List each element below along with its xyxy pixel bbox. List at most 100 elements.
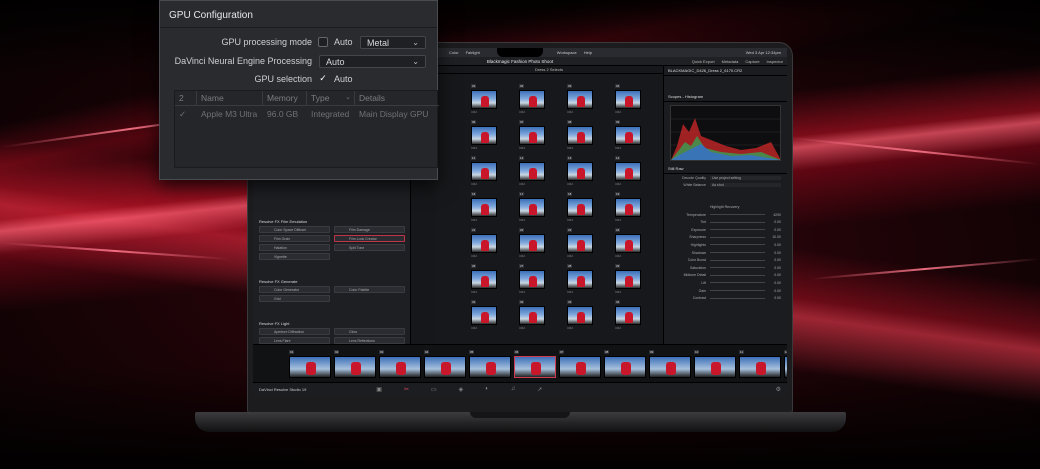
media-clip[interactable]: 06 CR2: [471, 120, 499, 152]
table-row[interactable]: ✓ Apple M3 Ultra 96.0 GB Integrated Main…: [175, 105, 439, 123]
fx-item[interactable]: Film Damage: [334, 226, 405, 233]
media-clip[interactable]: 08 CR2: [567, 120, 595, 152]
deliver-page-icon[interactable]: ➚: [537, 386, 542, 393]
media-clip[interactable]: 11 CR2: [471, 156, 499, 188]
adjust-value[interactable]: 0.00: [765, 228, 781, 232]
fairlight-page-icon[interactable]: ♫: [511, 386, 516, 393]
quick-export-button[interactable]: Quick Export: [692, 57, 715, 66]
fx-item[interactable]: Aperture Diffraction: [259, 328, 330, 335]
menu-item[interactable]: Fairlight: [466, 50, 480, 55]
media-clip[interactable]: 19 CR2: [615, 192, 643, 224]
adjust-slider[interactable]: [710, 244, 765, 246]
fx-item[interactable]: Grid: [259, 295, 330, 302]
inspector-button[interactable]: Inspector: [767, 57, 783, 66]
timeline-thumbnail[interactable]: 01: [289, 350, 333, 381]
timeline-thumbnail[interactable]: 09: [649, 350, 693, 381]
color-page-icon[interactable]: ◐: [485, 386, 489, 393]
timeline-thumbnail[interactable]: 12: [784, 350, 787, 381]
media-clip[interactable]: 12 CR2: [519, 156, 547, 188]
fusion-page-icon[interactable]: ◈: [459, 386, 464, 393]
fx-item[interactable]: Film Grain: [259, 235, 330, 242]
fx-item[interactable]: Vignette: [259, 253, 330, 260]
media-clip[interactable]: 17 CR2: [519, 192, 547, 224]
timeline-thumbnail[interactable]: 06: [514, 350, 558, 381]
timeline-thumbnail[interactable]: 05: [469, 350, 513, 381]
adjust-value[interactable]: 0.00: [765, 281, 781, 285]
media-clip[interactable]: 13 CR2: [567, 156, 595, 188]
menu-item[interactable]: Color: [449, 50, 459, 55]
timeline-thumbnail[interactable]: 10: [694, 350, 738, 381]
fx-item[interactable]: Glow: [334, 328, 405, 335]
fx-section-title[interactable]: Resolve FX Film Emulation: [253, 216, 313, 226]
adjust-value[interactable]: 0.00: [765, 251, 781, 255]
adjust-value[interactable]: 10.00: [765, 235, 781, 239]
media-clip[interactable]: 16 CR2: [471, 192, 499, 224]
adjust-slider[interactable]: [710, 252, 765, 254]
media-clip[interactable]: 23 CR2: [567, 228, 595, 260]
media-clip[interactable]: 22 CR2: [519, 228, 547, 260]
media-clip[interactable]: 07 CR2: [519, 120, 547, 152]
adjust-value[interactable]: 4200: [765, 213, 781, 217]
cut-page-icon[interactable]: ✂: [404, 386, 409, 393]
processing-mode-auto-checkbox[interactable]: [318, 37, 328, 47]
adjust-value[interactable]: 0.00: [765, 258, 781, 262]
fx-section-title[interactable]: Resolve FX Generate: [253, 276, 303, 286]
processing-mode-dropdown[interactable]: Metal ⌄: [360, 36, 426, 49]
media-page-icon[interactable]: ▣: [376, 386, 382, 393]
media-clip[interactable]: 18 CR2: [567, 192, 595, 224]
timeline-thumbnail[interactable]: 07: [559, 350, 603, 381]
gpu-selection-auto-checkbox[interactable]: ✓: [318, 74, 328, 84]
adjust-slider[interactable]: [710, 290, 765, 292]
media-clip[interactable]: 21 CR2: [471, 228, 499, 260]
fx-item[interactable]: Film Look Creator: [334, 235, 405, 242]
adjust-value[interactable]: 0.00: [765, 289, 781, 293]
fx-item[interactable]: Color Space Diffuser: [259, 226, 330, 233]
fx-section-title[interactable]: Resolve FX Light: [253, 318, 295, 328]
timeline-thumbnail[interactable]: 03: [379, 350, 423, 381]
adjust-slider[interactable]: [710, 297, 765, 299]
timeline-thumbnail[interactable]: 11: [739, 350, 783, 381]
media-clip[interactable]: 33 CR2: [567, 300, 595, 332]
adjust-value[interactable]: 0.00: [765, 220, 781, 224]
fx-item[interactable]: Color Palette: [334, 286, 405, 293]
media-clip[interactable]: 03 CR2: [567, 84, 595, 116]
column-header-name[interactable]: Name: [197, 91, 263, 105]
media-clip[interactable]: 26 CR2: [471, 264, 499, 296]
decode-quality-dropdown[interactable]: Use project setting: [710, 175, 781, 180]
bin-title[interactable]: Dress 2 Selects: [435, 66, 663, 74]
fx-item[interactable]: Halation: [259, 244, 330, 251]
white-balance-dropdown[interactable]: As shot: [710, 183, 781, 188]
timeline-thumbnail[interactable]: 08: [604, 350, 648, 381]
adjust-slider[interactable]: [710, 214, 765, 216]
highlight-recovery-checkbox[interactable]: Highlight Recovery: [710, 205, 739, 209]
adjust-slider[interactable]: [710, 274, 765, 276]
capture-button[interactable]: Capture: [745, 57, 759, 66]
media-clip[interactable]: 14 CR2: [615, 156, 643, 188]
adjust-value[interactable]: 0.00: [765, 243, 781, 247]
media-clip[interactable]: 28 CR2: [567, 264, 595, 296]
adjust-slider[interactable]: [710, 282, 765, 284]
adjust-slider[interactable]: [710, 229, 765, 231]
timeline-thumbnail[interactable]: 02: [334, 350, 378, 381]
media-clip[interactable]: 09 CR2: [615, 120, 643, 152]
column-header-count[interactable]: 2: [175, 91, 197, 105]
fx-item[interactable]: Lens Flare: [259, 337, 330, 344]
media-clip[interactable]: 31 CR2: [471, 300, 499, 332]
column-header-details[interactable]: Details: [355, 91, 439, 105]
timeline-thumbnail[interactable]: 04: [424, 350, 468, 381]
media-clip[interactable]: 01 CR2: [471, 84, 499, 116]
adjust-value[interactable]: 0.00: [765, 273, 781, 277]
fx-item[interactable]: Color Generator: [259, 286, 330, 293]
fx-item[interactable]: Split Tone: [334, 244, 405, 251]
adjust-slider[interactable]: [710, 236, 765, 238]
fx-item[interactable]: Lens Reflections: [334, 337, 405, 344]
metadata-button[interactable]: Metadata: [722, 57, 739, 66]
adjust-value[interactable]: 0.00: [765, 296, 781, 300]
media-clip[interactable]: 27 CR2: [519, 264, 547, 296]
adjust-slider[interactable]: [710, 221, 765, 223]
menu-item[interactable]: Help: [584, 50, 592, 55]
media-clip[interactable]: 32 CR2: [519, 300, 547, 332]
media-clip[interactable]: 34 CR2: [615, 300, 643, 332]
adjust-slider[interactable]: [710, 259, 765, 261]
neural-engine-dropdown[interactable]: Auto ⌄: [319, 55, 426, 68]
